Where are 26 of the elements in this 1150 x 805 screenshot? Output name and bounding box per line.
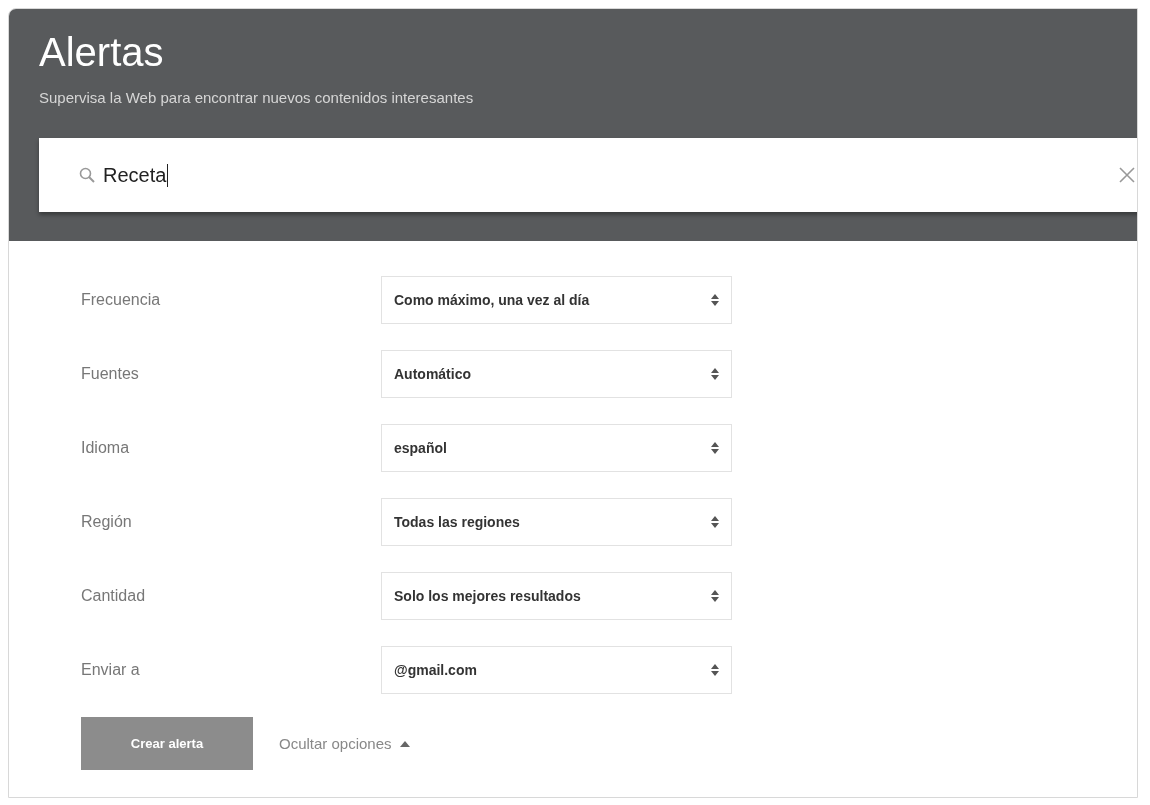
option-label: Enviar a — [81, 661, 141, 679]
option-label: Frecuencia — [81, 291, 162, 309]
updown-icon — [711, 590, 719, 602]
search-icon — [79, 167, 95, 183]
option-label: Fuentes — [81, 365, 140, 383]
caret-icon — [399, 740, 410, 747]
option-dropdown[interactable]: @gmail.com — [381, 646, 732, 694]
updown-icon — [711, 516, 719, 528]
close-icon[interactable] — [1119, 167, 1135, 183]
page-subtitle: Supervisa la Web para encontrar nuevos contenidos interesantes — [39, 89, 474, 106]
updown-icon — [711, 442, 719, 454]
updown-icon — [711, 368, 719, 380]
option-label: Cantidad — [81, 587, 147, 605]
option-dropdown[interactable]: Todas las regiones — [381, 498, 732, 546]
option-dropdown[interactable]: Automático — [381, 350, 732, 398]
option-label: Región — [81, 513, 133, 531]
option-label: Idioma — [81, 439, 131, 457]
search-field[interactable]: Receta — [39, 138, 1137, 212]
option-dropdown[interactable]: Como máximo, una vez al día — [381, 276, 732, 324]
hide-options-link[interactable]: Ocultar opciones — [279, 735, 410, 752]
page-title: Alertas — [39, 29, 164, 75]
search-query[interactable]: Receta — [103, 163, 169, 187]
option-dropdown[interactable]: Solo los mejores resultados — [381, 572, 732, 620]
option-dropdown[interactable]: español — [381, 424, 732, 472]
updown-icon — [711, 664, 719, 676]
updown-icon — [711, 294, 719, 306]
